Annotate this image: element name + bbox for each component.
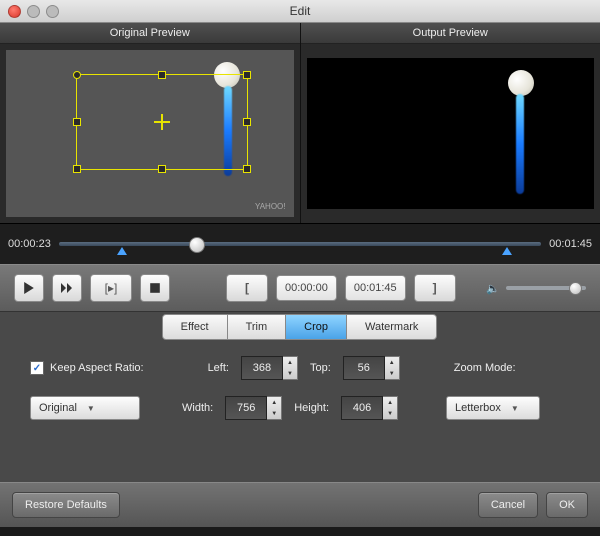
tab-bar: Effect Trim Crop Watermark [0, 312, 600, 340]
width-input[interactable] [225, 396, 267, 420]
check-icon: ✓ [30, 361, 44, 375]
timeline-slider[interactable] [59, 233, 541, 255]
trim-in-marker[interactable] [117, 247, 127, 255]
output-preview: Output Preview [300, 23, 600, 223]
height-input[interactable] [341, 396, 383, 420]
left-field[interactable]: ▲▼ [241, 356, 298, 380]
tab-effect[interactable]: Effect [162, 314, 228, 340]
stepper-up-icon[interactable]: ▲ [283, 357, 297, 368]
chevron-down-icon: ▼ [511, 404, 519, 413]
left-input[interactable] [241, 356, 283, 380]
crop-handle-tr[interactable] [243, 71, 251, 79]
height-label: Height: [294, 402, 329, 414]
stepper-up-icon[interactable]: ▲ [267, 397, 281, 408]
stepper-down-icon[interactable]: ▼ [267, 408, 281, 419]
stepper-down-icon[interactable]: ▼ [385, 368, 399, 379]
cancel-button[interactable]: Cancel [478, 492, 538, 518]
crop-panel: ✓ Keep Aspect Ratio: Left: ▲▼ Top: ▲▼ Zo… [0, 340, 600, 482]
stepper-up-icon[interactable]: ▲ [385, 357, 399, 368]
trim-in-time[interactable]: 00:00:00 [276, 275, 337, 301]
play-button[interactable] [14, 274, 44, 302]
crop-handle-br[interactable] [243, 165, 251, 173]
stepper-down-icon[interactable]: ▼ [383, 408, 397, 419]
set-in-button[interactable]: [ [226, 274, 268, 302]
volume-knob[interactable] [569, 282, 582, 295]
tab-crop[interactable]: Crop [285, 314, 347, 340]
trim-out-time[interactable]: 00:01:45 [345, 275, 406, 301]
left-label: Left: [208, 362, 229, 374]
original-preview-canvas[interactable]: YAHOO! [6, 50, 294, 217]
zoom-mode-label: Zoom Mode: [454, 362, 516, 374]
output-preview-canvas [307, 58, 595, 209]
crop-handle-bm[interactable] [158, 165, 166, 173]
original-preview: Original Preview YAHOO! [0, 23, 300, 223]
height-field[interactable]: ▲▼ [341, 396, 398, 420]
stepper-down-icon[interactable]: ▼ [283, 368, 297, 379]
footer: Restore Defaults Cancel OK [0, 482, 600, 527]
timeline-current: 00:00:23 [8, 238, 51, 250]
ok-button[interactable]: OK [546, 492, 588, 518]
stream-graphic [516, 94, 524, 194]
timeline-playhead[interactable] [189, 237, 205, 253]
fast-forward-button[interactable] [52, 274, 82, 302]
top-input[interactable] [343, 356, 385, 380]
tab-trim[interactable]: Trim [227, 314, 287, 340]
stop-button[interactable] [140, 274, 170, 302]
aspect-select[interactable]: Original ▼ [30, 396, 140, 420]
top-label: Top: [310, 362, 331, 374]
crop-handle-tm[interactable] [158, 71, 166, 79]
moon-graphic [508, 70, 534, 96]
crop-handle-mr[interactable] [243, 118, 251, 126]
restore-defaults-button[interactable]: Restore Defaults [12, 492, 120, 518]
source-watermark: YAHOO! [255, 202, 286, 211]
keep-aspect-label: Keep Aspect Ratio: [50, 362, 144, 374]
crop-rectangle[interactable] [76, 74, 248, 170]
transport-bar: [▸] [ 00:00:00 00:01:45 ] 🔈 [0, 264, 600, 312]
timeline-duration: 00:01:45 [549, 238, 592, 250]
tab-watermark[interactable]: Watermark [346, 314, 437, 340]
stepper-up-icon[interactable]: ▲ [383, 397, 397, 408]
crop-handle-ml[interactable] [73, 118, 81, 126]
top-field[interactable]: ▲▼ [343, 356, 400, 380]
volume-slider[interactable] [506, 286, 586, 290]
width-field[interactable]: ▲▼ [225, 396, 282, 420]
zoom-mode-value: Letterbox [455, 402, 501, 414]
titlebar: Edit [0, 0, 600, 23]
trim-out-marker[interactable] [502, 247, 512, 255]
keep-aspect-checkbox[interactable]: ✓ Keep Aspect Ratio: [30, 361, 144, 375]
crop-handle-bl[interactable] [73, 165, 81, 173]
chevron-down-icon: ▼ [87, 404, 95, 413]
volume-icon: 🔈 [486, 282, 500, 295]
crop-center-icon [154, 114, 170, 130]
next-frame-button[interactable]: [▸] [90, 274, 132, 302]
timeline-row: 00:00:23 00:01:45 [0, 223, 600, 264]
preview-area: Original Preview YAHOO! Output Preview [0, 23, 600, 223]
aspect-select-value: Original [39, 402, 77, 414]
zoom-mode-select[interactable]: Letterbox ▼ [446, 396, 540, 420]
crop-handle-tl[interactable] [73, 71, 81, 79]
window-title: Edit [0, 4, 600, 18]
set-out-button[interactable]: ] [414, 274, 456, 302]
output-preview-label: Output Preview [301, 23, 600, 44]
original-preview-label: Original Preview [0, 23, 300, 44]
width-label: Width: [182, 402, 213, 414]
